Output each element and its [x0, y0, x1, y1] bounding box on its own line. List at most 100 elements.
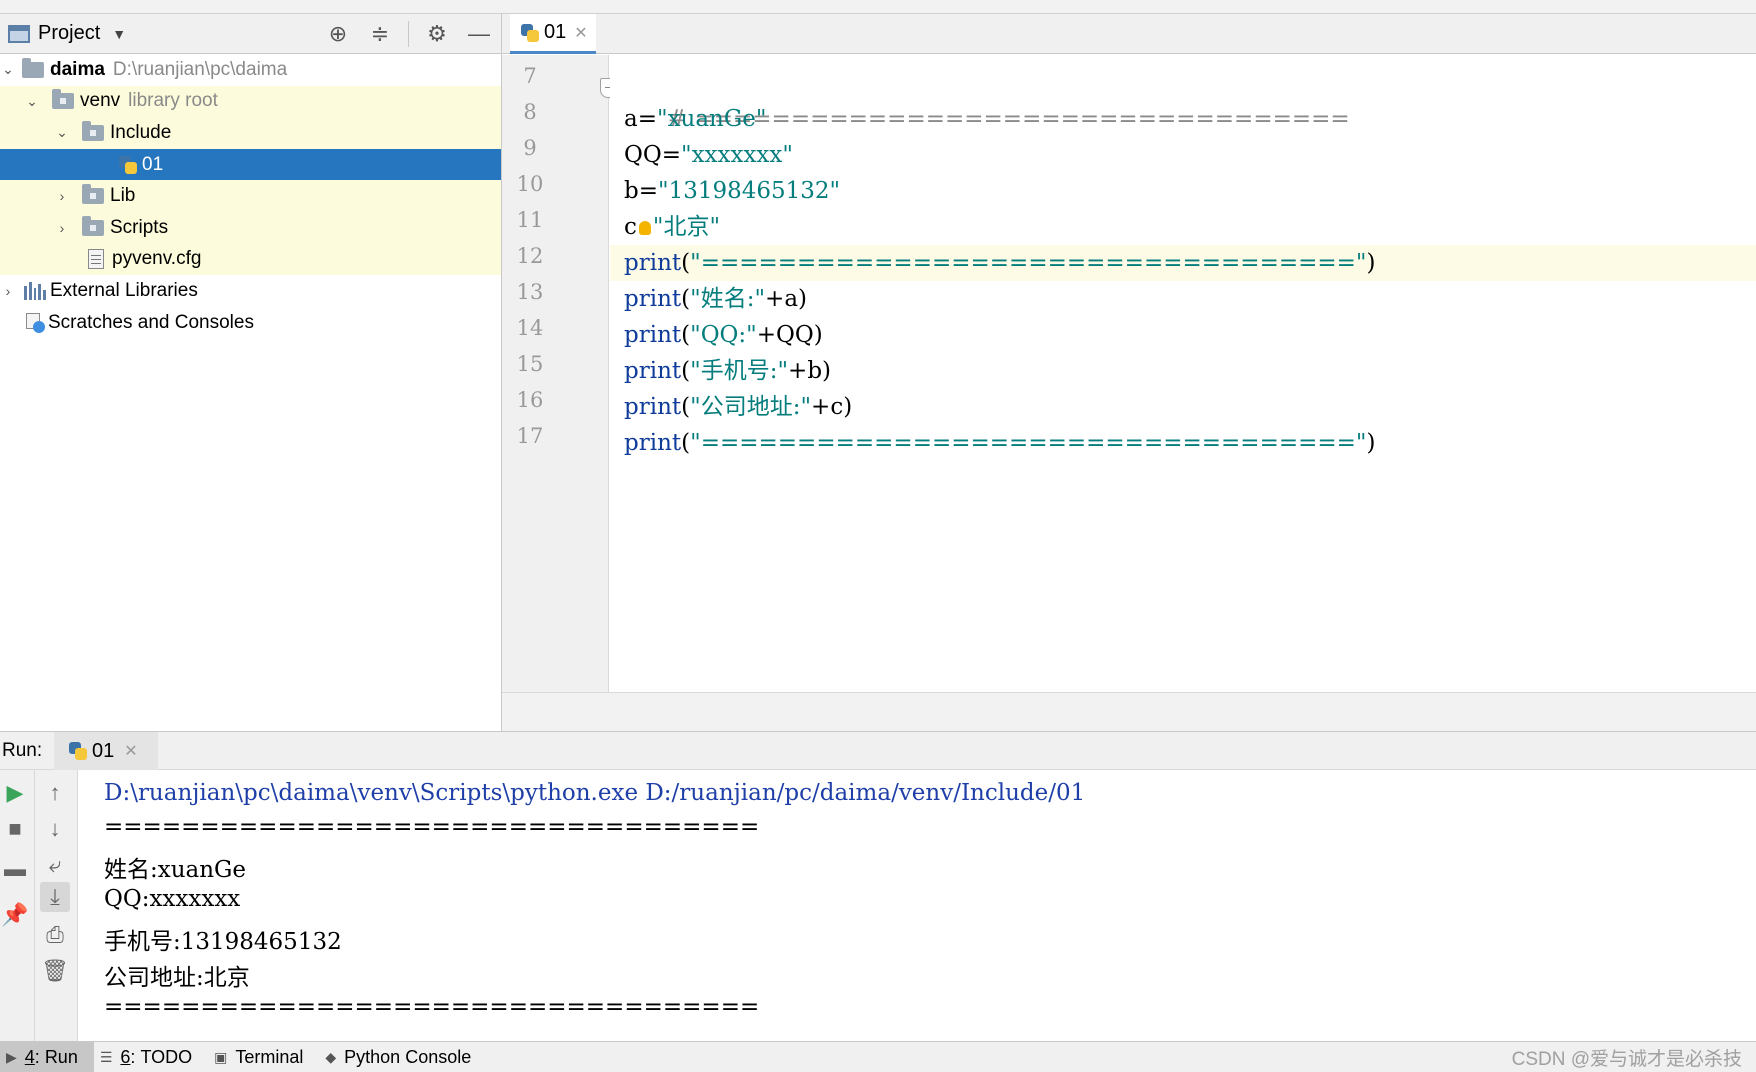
code-function: print [624, 430, 682, 456]
line-number: 16 [516, 388, 544, 412]
tree-item-lib[interactable]: › Lib [0, 180, 501, 212]
tree-item-pyvenv-cfg[interactable]: pyvenv.cfg [0, 243, 501, 276]
tree-item-label: daima [50, 58, 105, 80]
minimize-icon[interactable]: — [465, 20, 493, 48]
run-tab-label: 01 [92, 739, 115, 762]
code-paren: ( [681, 250, 691, 276]
intention-bulb-icon[interactable] [638, 221, 651, 235]
tree-item-include[interactable]: ⌄ Include [0, 117, 501, 149]
python-icon [68, 741, 88, 761]
tool-shortcut-key: 4 [24, 1046, 35, 1067]
rerun-play-icon[interactable]: ▶ [0, 778, 30, 808]
code-string: "13198465132" [658, 178, 841, 204]
tree-item-label: Include [110, 121, 172, 143]
tree-item-venv[interactable]: ⌄ venv library root [0, 85, 501, 118]
code-line-10: b="13198465132" [610, 173, 1756, 209]
arrow-down-icon[interactable]: ↓ [40, 814, 70, 844]
code-line-15: print("手机号:"+b) [610, 353, 1756, 389]
watermark: CSDN @爱与诚才是必杀技 [1511, 1049, 1742, 1070]
console-output[interactable]: D:\ruanjian\pc\daima\venv\Scripts\python… [86, 770, 1756, 1042]
line-number: 15 [516, 352, 544, 376]
code-identifier: +a) [765, 286, 808, 312]
gear-icon[interactable]: ⚙ [423, 20, 451, 48]
tree-item-01[interactable]: 01 [0, 148, 501, 181]
code-function: print [624, 358, 682, 384]
code-function: print [624, 322, 682, 348]
line-number: 13 [516, 280, 544, 304]
code-paren: ) [1366, 250, 1376, 276]
code-paren: ( [681, 394, 691, 420]
expand-arrow-icon[interactable]: ⌄ [24, 93, 40, 110]
expand-arrow-icon[interactable]: ⌄ [54, 124, 70, 141]
editor-tab-01[interactable]: 01 ✕ [510, 14, 596, 54]
line-number-gutter: 7 8 9 10 11 12 13 14 15 16 17 [502, 55, 618, 692]
close-icon[interactable]: ✕ [124, 741, 137, 761]
stop-icon[interactable]: ■ [0, 814, 30, 844]
tool-window-bar: ▶ 4: Run ☰ 6: TODO ▣ Terminal ◆ Python C… [0, 1041, 1756, 1072]
line-number: 17 [516, 424, 544, 448]
line-number: 11 [516, 208, 544, 232]
line-number: 12 [516, 244, 544, 268]
code-function: print [624, 394, 682, 420]
code-string: "==================================" [690, 430, 1367, 456]
tool-colon: : [130, 1046, 141, 1067]
folder-icon [52, 89, 74, 110]
python-console-tool-button[interactable]: ◆ Python Console [319, 1042, 487, 1072]
code-editor: 01 ✕ 7 8 9 10 11 12 13 14 15 16 17 # ===… [502, 14, 1756, 731]
tree-item-scripts[interactable]: › Scripts [0, 211, 501, 244]
expand-arrow-icon[interactable]: › [54, 188, 70, 204]
trash-icon[interactable]: 🗑 [40, 956, 70, 986]
soft-wrap-icon[interactable]: ⤶ [40, 850, 70, 880]
run-label: Run: [2, 739, 43, 761]
tree-item-label: venv [80, 90, 121, 112]
tree-item-scratches[interactable]: Scratches and Consoles [0, 307, 501, 339]
code-identifier: +b) [788, 358, 832, 384]
project-panel-header: Project ▼ ⊕ ≑ ⚙ — [0, 14, 501, 54]
code-paren: ( [681, 322, 691, 348]
layout-icon[interactable]: ▬ [0, 854, 30, 884]
close-icon[interactable]: ✕ [574, 23, 587, 43]
code-paren: ) [1366, 430, 1376, 456]
python-file-icon [520, 23, 540, 43]
run-triangle-icon: ▶ [6, 1048, 17, 1065]
code-area[interactable]: # ================================== a="… [610, 55, 1756, 692]
python-icon: ◆ [325, 1048, 337, 1065]
project-view-selector[interactable]: Project ▼ [8, 22, 126, 45]
tree-item-label: 01 [142, 153, 164, 175]
run-tab-01[interactable]: 01 ✕ [54, 732, 158, 770]
pin-icon[interactable]: 📌 [0, 900, 30, 930]
code-string: "xuanGe" [656, 106, 767, 132]
code-identifier: c [624, 214, 637, 240]
arrow-up-icon[interactable]: ↑ [40, 778, 70, 808]
tree-item-label: Scratches and Consoles [48, 311, 254, 333]
terminal-tool-button[interactable]: ▣ Terminal [208, 1042, 319, 1072]
toolbar-divider [408, 21, 409, 47]
code-line-12: print("=================================… [610, 245, 1756, 281]
toolbar-divider [34, 770, 35, 1042]
tree-item-label: Scripts [110, 216, 169, 238]
console-line: QQ:xxxxxxx [104, 886, 241, 912]
line-number: 10 [516, 172, 544, 196]
project-panel-title: Project [38, 22, 101, 44]
editor-tab-label: 01 [544, 21, 567, 43]
collapse-all-icon[interactable]: ≑ [366, 20, 394, 48]
locate-icon[interactable]: ⊕ [324, 20, 352, 48]
code-string: "手机号:" [690, 358, 789, 384]
python-file-icon [118, 155, 138, 175]
expand-arrow-icon[interactable]: › [54, 220, 70, 236]
scroll-to-end-icon[interactable]: ⤓ [40, 882, 70, 912]
expand-arrow-icon[interactable]: ⌄ [0, 61, 16, 78]
code-line-17: print("=================================… [610, 425, 1756, 461]
project-tree: ⌄ daima D:\ruanjian\pc\daima ⌄ venv libr… [0, 54, 501, 338]
tree-item-daima[interactable]: ⌄ daima D:\ruanjian\pc\daima [0, 54, 501, 86]
project-icon [8, 24, 30, 43]
run-tool-button[interactable]: ▶ 4: Run [0, 1041, 94, 1072]
tree-item-external-libraries[interactable]: › External Libraries [0, 275, 501, 307]
code-identifier: +QQ) [756, 322, 823, 348]
libraries-icon [24, 281, 46, 300]
todo-tool-button[interactable]: ☰ 6: TODO [94, 1042, 208, 1072]
print-icon[interactable]: ⎙ [40, 920, 70, 950]
expand-arrow-icon[interactable]: › [0, 283, 16, 299]
code-identifier: b= [624, 178, 658, 204]
folder-icon [82, 184, 104, 205]
